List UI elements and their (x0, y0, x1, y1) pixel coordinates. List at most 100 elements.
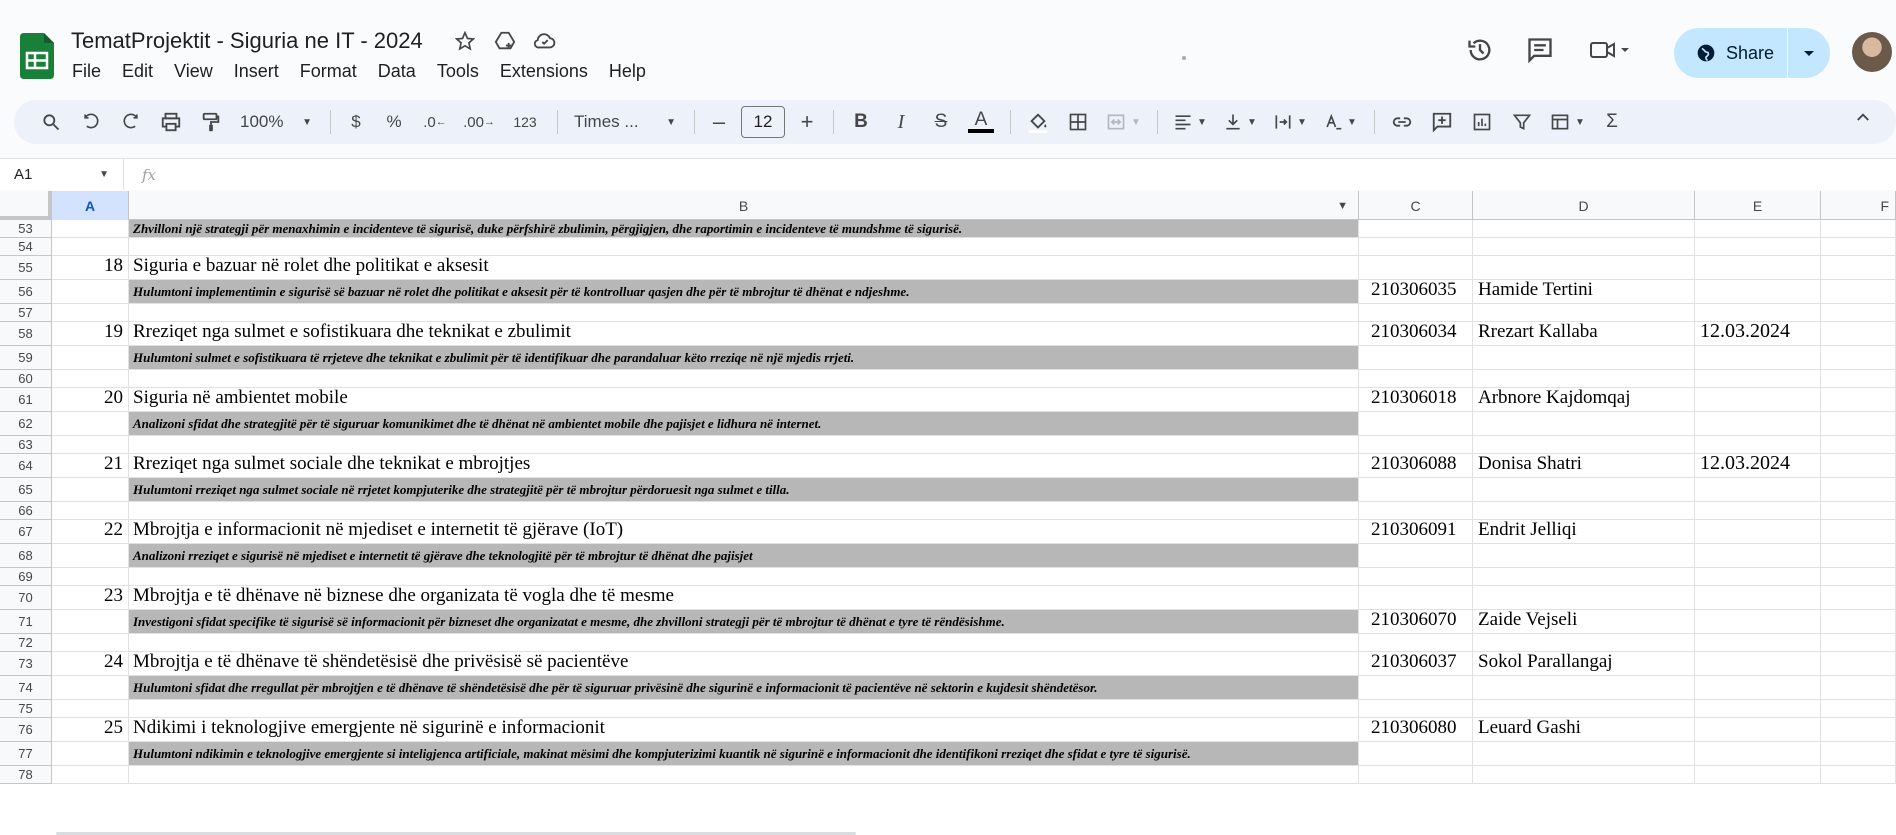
cell-e-date[interactable] (1695, 346, 1821, 370)
cloud-status-icon[interactable] (532, 28, 558, 54)
column-header-e[interactable]: E (1695, 191, 1821, 220)
horizontal-align-icon[interactable]: ▼ (1170, 106, 1210, 138)
cell-b-topic[interactable] (129, 502, 1359, 520)
cell-b-topic[interactable] (129, 700, 1359, 718)
row-header[interactable]: 62 (0, 412, 52, 436)
cell-f[interactable] (1821, 502, 1896, 520)
row-header[interactable]: 57 (0, 304, 52, 322)
row-header[interactable]: 64 (0, 454, 52, 478)
cell-f[interactable] (1821, 652, 1896, 676)
cell-d-student-name[interactable] (1473, 304, 1695, 322)
row-header[interactable]: 71 (0, 610, 52, 634)
percent-format-button[interactable]: % (379, 106, 409, 138)
version-history-icon[interactable] (1460, 30, 1500, 70)
cell-b-description[interactable]: Hulumtoni sulmet e sofistikuara të rrjet… (129, 346, 1359, 370)
cell-e-date[interactable] (1695, 742, 1821, 766)
column-header-f[interactable]: F (1821, 191, 1896, 220)
filter-icon[interactable] (1507, 106, 1537, 138)
share-dropdown-button[interactable] (1788, 47, 1830, 59)
menu-edit[interactable]: Edit (122, 61, 153, 82)
insert-chart-icon[interactable] (1467, 106, 1497, 138)
cell-b-topic[interactable]: Mbrojtja e të dhënave në biznese dhe org… (129, 585, 1359, 610)
increase-font-size-button[interactable]: + (795, 106, 819, 138)
cell-f[interactable] (1821, 634, 1896, 652)
cell-b-description[interactable]: Hulumtoni ndikimin e teknologjive emergj… (129, 742, 1359, 766)
cell-d-student-name[interactable]: Rrezart Kallaba (1473, 321, 1695, 346)
cell-f[interactable] (1821, 220, 1896, 238)
cell-b-topic[interactable]: Siguria e bazuar në rolet dhe politikat … (129, 255, 1359, 280)
cell-f[interactable] (1821, 520, 1896, 544)
cell-e-date[interactable] (1695, 220, 1821, 238)
cell-a[interactable] (52, 610, 129, 634)
cell-c-student-id[interactable]: 210306088 (1359, 453, 1473, 478)
cell-c-student-id[interactable] (1359, 742, 1473, 766)
cell-d-student-name[interactable] (1473, 700, 1695, 718)
cell-b-topic[interactable] (129, 238, 1359, 256)
cell-f[interactable] (1821, 412, 1896, 436)
cell-f[interactable] (1821, 346, 1896, 370)
cell-a[interactable]: 19 (52, 321, 129, 346)
print-icon[interactable] (156, 106, 186, 138)
row-header[interactable]: 63 (0, 436, 52, 454)
cell-f[interactable] (1821, 370, 1896, 388)
vertical-align-icon[interactable]: ▼ (1220, 106, 1260, 138)
cell-f[interactable] (1821, 388, 1896, 412)
cell-b-topic[interactable] (129, 766, 1359, 784)
cell-e-date[interactable] (1695, 544, 1821, 568)
decrease-font-size-button[interactable]: – (707, 106, 731, 138)
menu-tools[interactable]: Tools (437, 61, 479, 82)
column-header-c[interactable]: C (1359, 191, 1473, 220)
cell-a[interactable] (52, 676, 129, 700)
meet-video-icon[interactable] (1580, 30, 1640, 70)
italic-button[interactable]: I (886, 106, 916, 138)
cell-e-date[interactable]: 12.03.2024 (1695, 320, 1821, 346)
cell-c-student-id[interactable] (1359, 676, 1473, 700)
redo-icon[interactable] (116, 106, 146, 138)
select-all-corner[interactable] (0, 191, 52, 220)
cell-a[interactable] (52, 766, 129, 784)
cell-e-date[interactable] (1695, 520, 1821, 544)
cell-f[interactable] (1821, 718, 1896, 742)
cell-b-description[interactable]: Analizoni sfidat dhe strategjitë për të … (129, 412, 1359, 436)
borders-icon[interactable] (1063, 106, 1093, 138)
collapse-toolbar-icon[interactable] (1854, 108, 1872, 131)
cell-a[interactable]: 23 (52, 585, 129, 610)
menu-help[interactable]: Help (609, 61, 646, 82)
merge-cells-icon[interactable]: ▼ (1103, 106, 1143, 138)
cell-e-date[interactable] (1695, 412, 1821, 436)
cell-c-student-id[interactable] (1359, 568, 1473, 586)
search-icon[interactable] (36, 106, 66, 138)
cell-d-student-name[interactable] (1473, 412, 1695, 436)
cell-e-date[interactable] (1695, 700, 1821, 718)
cell-b-topic[interactable]: Mbrojtja e të dhënave të shëndetësisë dh… (129, 651, 1359, 676)
cell-c-student-id[interactable] (1359, 436, 1473, 454)
cell-f[interactable] (1821, 322, 1896, 346)
cell-c-student-id[interactable] (1359, 220, 1473, 238)
cell-f[interactable] (1821, 454, 1896, 478)
cell-c-student-id[interactable] (1359, 346, 1473, 370)
menu-extensions[interactable]: Extensions (500, 61, 588, 82)
insert-link-icon[interactable] (1387, 106, 1417, 138)
cell-c-student-id[interactable] (1359, 502, 1473, 520)
cell-d-student-name[interactable] (1473, 256, 1695, 280)
cell-e-date[interactable] (1695, 388, 1821, 412)
cell-d-student-name[interactable] (1473, 346, 1695, 370)
cell-e-date[interactable] (1695, 256, 1821, 280)
cell-b-description[interactable]: Hulumtoni rreziqet nga sulmet sociale në… (129, 478, 1359, 502)
cell-b-description[interactable]: Zhvilloni një strategji për menaxhimin e… (129, 220, 1359, 238)
cell-c-student-id[interactable] (1359, 304, 1473, 322)
decrease-decimal-button[interactable]: .0 ← (419, 106, 451, 138)
row-header[interactable]: 54 (0, 238, 52, 256)
cell-d-student-name[interactable] (1473, 478, 1695, 502)
cell-c-student-id[interactable] (1359, 634, 1473, 652)
cell-a[interactable] (52, 280, 129, 304)
cell-b-topic[interactable] (129, 568, 1359, 586)
comments-icon[interactable] (1520, 30, 1560, 70)
cell-c-student-id[interactable]: 210306034 (1359, 321, 1473, 346)
cell-a[interactable]: 22 (52, 519, 129, 544)
cell-a[interactable] (52, 220, 129, 238)
menu-file[interactable]: File (72, 61, 101, 82)
row-header[interactable]: 75 (0, 700, 52, 718)
cell-c-student-id[interactable] (1359, 412, 1473, 436)
cell-e-date[interactable] (1695, 238, 1821, 256)
